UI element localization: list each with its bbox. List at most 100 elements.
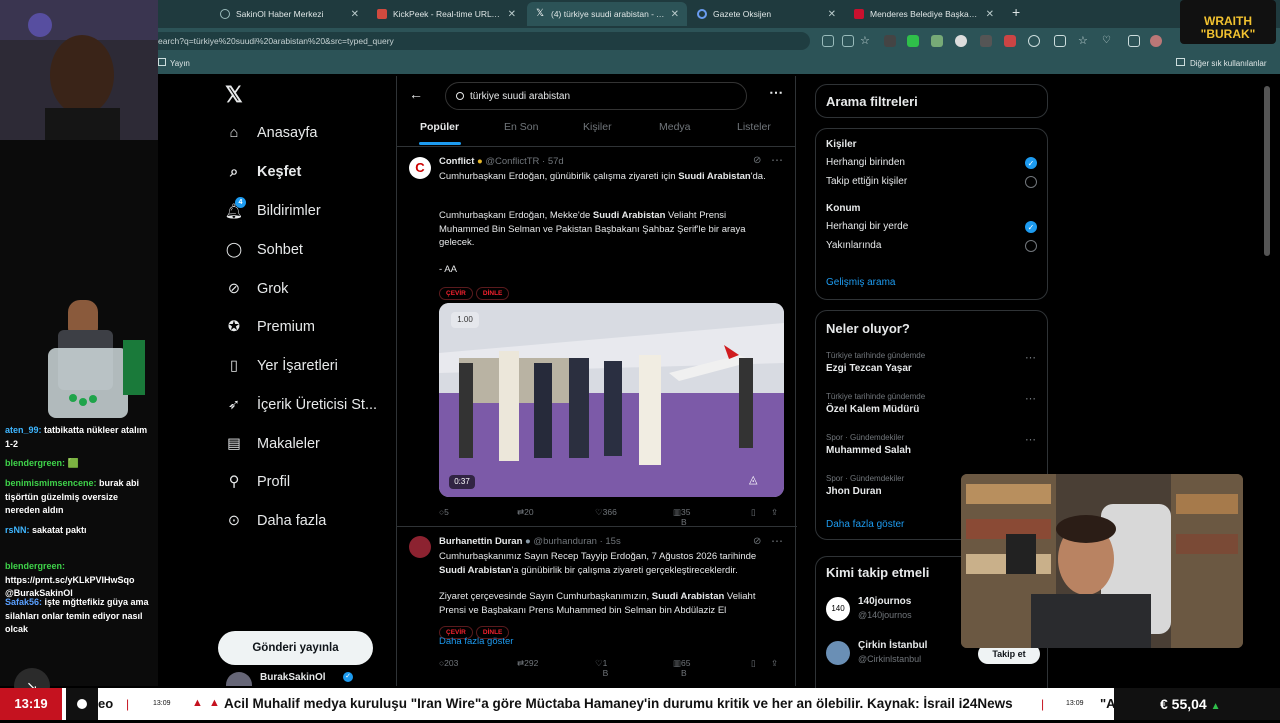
close-icon[interactable]: ✕: [828, 9, 836, 20]
account-handle[interactable]: @Cirkinlstanbul: [858, 654, 921, 664]
refresh-icon[interactable]: [1028, 35, 1040, 47]
share-icon[interactable]: ⇪: [771, 507, 778, 518]
avatar[interactable]: [1150, 35, 1162, 47]
tab-lists[interactable]: Listeler: [737, 121, 771, 133]
more-options-icon[interactable]: ⋯: [769, 84, 783, 101]
nav-item-more-circle[interactable]: ⊙ Daha fazla: [225, 512, 326, 530]
account-name[interactable]: Çirkin İstanbul: [858, 640, 927, 651]
close-icon[interactable]: ✕: [671, 9, 679, 20]
heart-icon[interactable]: ♡: [1102, 35, 1114, 47]
reply-button[interactable]: ○ 203: [439, 658, 458, 668]
filter-option[interactable]: Herhangi bir yerde: [826, 221, 908, 232]
bookmark-folder[interactable]: Diğer sık kullanılanlar: [1190, 59, 1266, 68]
radio-icon[interactable]: [1025, 176, 1037, 188]
nav-item-home[interactable]: ⌂ Anasayfa: [225, 124, 318, 142]
radio-checked-icon[interactable]: ✓: [1025, 221, 1037, 233]
new-tab-button[interactable]: +: [1012, 4, 1020, 20]
repost-button[interactable]: ⇄ 292: [517, 658, 538, 669]
browser-tab-active[interactable]: 𝕏 (4) türkiye suudi arabistan - Arama / …: [527, 2, 687, 26]
like-button[interactable]: ♡ 366: [595, 507, 617, 518]
close-icon[interactable]: ✕: [986, 9, 994, 20]
back-arrow-icon[interactable]: ←: [409, 86, 423, 102]
nav-item-person[interactable]: ⚲ Profil: [225, 473, 290, 491]
trend-item[interactable]: Türkiye tarihinde gündemde Ezgi Tezcan Ya…: [826, 351, 1036, 374]
avatar[interactable]: C: [409, 157, 431, 179]
account-handle[interactable]: @140journos: [858, 610, 912, 620]
trend-item[interactable]: Spor · Gündemdekiler Muhammed Salah ⋯: [826, 433, 1036, 456]
share-icon[interactable]: ⇪: [771, 658, 778, 669]
extension-icon[interactable]: [931, 35, 943, 47]
views-stat[interactable]: ▥ 65 B: [673, 658, 691, 678]
nav-item-verified[interactable]: ✪ Premium: [225, 318, 315, 336]
reader-icon[interactable]: [842, 35, 854, 47]
scrollbar-thumb[interactable]: [1264, 86, 1270, 256]
account-name[interactable]: 140journos: [858, 596, 911, 607]
extension-icon[interactable]: [1004, 35, 1016, 47]
playback-rate[interactable]: 1.00: [451, 312, 479, 328]
nav-item-grok[interactable]: ⊘ Grok: [225, 280, 289, 298]
more-options-icon[interactable]: ⋯: [1025, 392, 1036, 405]
tab-media[interactable]: Medya: [659, 121, 691, 133]
tweet-author[interactable]: Conflict: [439, 156, 474, 167]
tweet-handle[interactable]: @burhanduran · 15s: [533, 536, 620, 547]
repost-button[interactable]: ⇄ 20: [517, 507, 534, 518]
more-options-icon[interactable]: ⋯: [771, 153, 783, 167]
tweet-author[interactable]: Burhanettin Duran: [439, 536, 522, 547]
extension-icon[interactable]: [884, 35, 896, 47]
grok-icon[interactable]: ⊘: [753, 155, 761, 166]
nav-item-bookmark[interactable]: ▯ Yer İşaretleri: [225, 357, 338, 375]
avatar[interactable]: [226, 672, 252, 686]
extension-icon[interactable]: [980, 35, 992, 47]
show-more-link[interactable]: Daha fazla göster: [439, 636, 513, 647]
tweet-handle[interactable]: @ConflictTR · 57d: [485, 156, 563, 167]
tab-latest[interactable]: En Son: [504, 121, 538, 133]
avatar[interactable]: [826, 641, 850, 665]
tab-popular[interactable]: Popüler: [420, 121, 459, 133]
post-button[interactable]: Gönderi yayınla: [218, 631, 373, 665]
account-name[interactable]: BurakSakinOl: [260, 672, 326, 683]
reply-button[interactable]: ○ 5: [439, 507, 449, 517]
like-button[interactable]: ♡ 1 B: [595, 658, 608, 678]
nav-item-article[interactable]: ▤ Makaleler: [225, 435, 320, 453]
browser-tab[interactable]: SakinOl Haber Merkezi ✕: [212, 2, 367, 26]
url-input[interactable]: earch?q=türkiye%20suudi%20arabistan%20&s…: [150, 32, 810, 50]
views-stat[interactable]: ▥ 35 B: [673, 507, 691, 527]
more-options-icon[interactable]: ⋯: [1025, 351, 1036, 364]
more-options-icon[interactable]: ⋯: [771, 534, 783, 548]
browser-tab[interactable]: Gazete Oksijen ✕: [689, 2, 844, 26]
listen-button[interactable]: DİNLE: [475, 287, 510, 300]
collections-icon[interactable]: [1128, 35, 1140, 47]
nav-item-search[interactable]: ⌕ Keşfet: [225, 163, 301, 181]
close-icon[interactable]: ✕: [351, 9, 359, 20]
bookmark-icon[interactable]: ▯: [751, 658, 756, 669]
nav-item-bell[interactable]: 🔔︎ 4 Bildirimler: [225, 197, 321, 220]
filter-option[interactable]: Herhangi birinden: [826, 157, 905, 168]
tweet[interactable]: C Conflict ● @ConflictTR · 57d ⊘ ⋯ Cumhu…: [397, 147, 797, 527]
bookmark-icon[interactable]: ▯: [751, 507, 756, 518]
browser-tab[interactable]: KickPeek - Real-time URL Crawler✕: [369, 2, 524, 26]
extension-icon[interactable]: [907, 35, 919, 47]
filter-option[interactable]: Takip ettiğin kişiler: [826, 176, 907, 187]
split-icon[interactable]: [1054, 35, 1066, 47]
more-options-icon[interactable]: ⋯: [1025, 433, 1036, 446]
advanced-search-link[interactable]: Gelişmiş arama: [826, 277, 895, 288]
radio-icon[interactable]: [1025, 240, 1037, 252]
nav-item-rocket[interactable]: ➶ İçerik Üreticisi St...: [225, 396, 377, 414]
trend-item[interactable]: Türkiye tarihinde gündemde Özel Kalem Müd…: [826, 392, 1036, 415]
show-more-link[interactable]: Daha fazla göster: [826, 519, 904, 530]
tweet-video[interactable]: 1.00 0:37 ◬: [439, 303, 784, 497]
avatar[interactable]: 140: [826, 597, 850, 621]
extension-icon[interactable]: [955, 35, 967, 47]
favorites-icon[interactable]: ☆: [1078, 35, 1090, 47]
avatar[interactable]: [409, 536, 431, 558]
filter-option[interactable]: Yakınlarında: [826, 240, 881, 251]
star-icon[interactable]: ☆: [860, 35, 872, 47]
search-input[interactable]: türkiye suudi arabistan: [445, 82, 747, 110]
x-logo-icon[interactable]: 𝕏: [225, 82, 243, 108]
grok-icon[interactable]: ⊘: [753, 536, 761, 547]
tab-people[interactable]: Kişiler: [583, 121, 612, 133]
extension-icon[interactable]: [822, 35, 834, 47]
radio-checked-icon[interactable]: ✓: [1025, 157, 1037, 169]
nav-item-chat[interactable]: ◯ Sohbet: [225, 241, 303, 259]
browser-tab[interactable]: Menderes Belediye Başkanı İlkay Ç✕: [846, 2, 1002, 26]
